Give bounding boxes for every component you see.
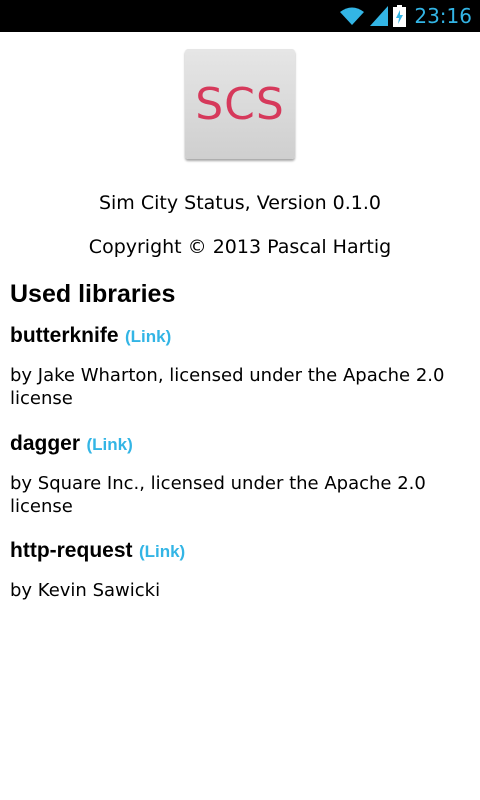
library-item-http-request: http-request (Link) by Kevin Sawicki xyxy=(10,539,470,602)
app-logo-text: SCS xyxy=(195,78,285,130)
about-screen: SCS Sim City Status, Version 0.1.0 Copyr… xyxy=(0,32,480,800)
used-libraries-heading: Used libraries xyxy=(10,280,176,308)
status-bar: 23:16 xyxy=(0,0,480,32)
library-description: by Kevin Sawicki xyxy=(10,580,161,601)
library-item-dagger: dagger (Link) by Square Inc., licensed u… xyxy=(10,432,470,518)
library-description: by Jake Wharton, licensed under the Apac… xyxy=(10,365,445,409)
library-name: http-request xyxy=(10,539,133,562)
library-link[interactable]: (Link) xyxy=(139,542,185,561)
app-logo: SCS xyxy=(185,49,295,159)
library-description: by Square Inc., licensed under the Apach… xyxy=(10,473,426,517)
signal-icon xyxy=(370,6,389,26)
library-link[interactable]: (Link) xyxy=(86,435,132,454)
battery-charging-icon xyxy=(393,5,407,27)
library-link[interactable]: (Link) xyxy=(125,327,171,346)
library-name: dagger xyxy=(10,432,81,455)
library-name: butterknife xyxy=(10,324,119,347)
wifi-icon xyxy=(339,6,365,26)
library-item-butterknife: butterknife (Link) by Jake Wharton, lice… xyxy=(10,324,470,410)
app-version-text: Sim City Status, Version 0.1.0 xyxy=(98,192,382,214)
copyright-text: Copyright © 2013 Pascal Hartig xyxy=(88,236,392,258)
clock: 23:16 xyxy=(414,4,472,28)
